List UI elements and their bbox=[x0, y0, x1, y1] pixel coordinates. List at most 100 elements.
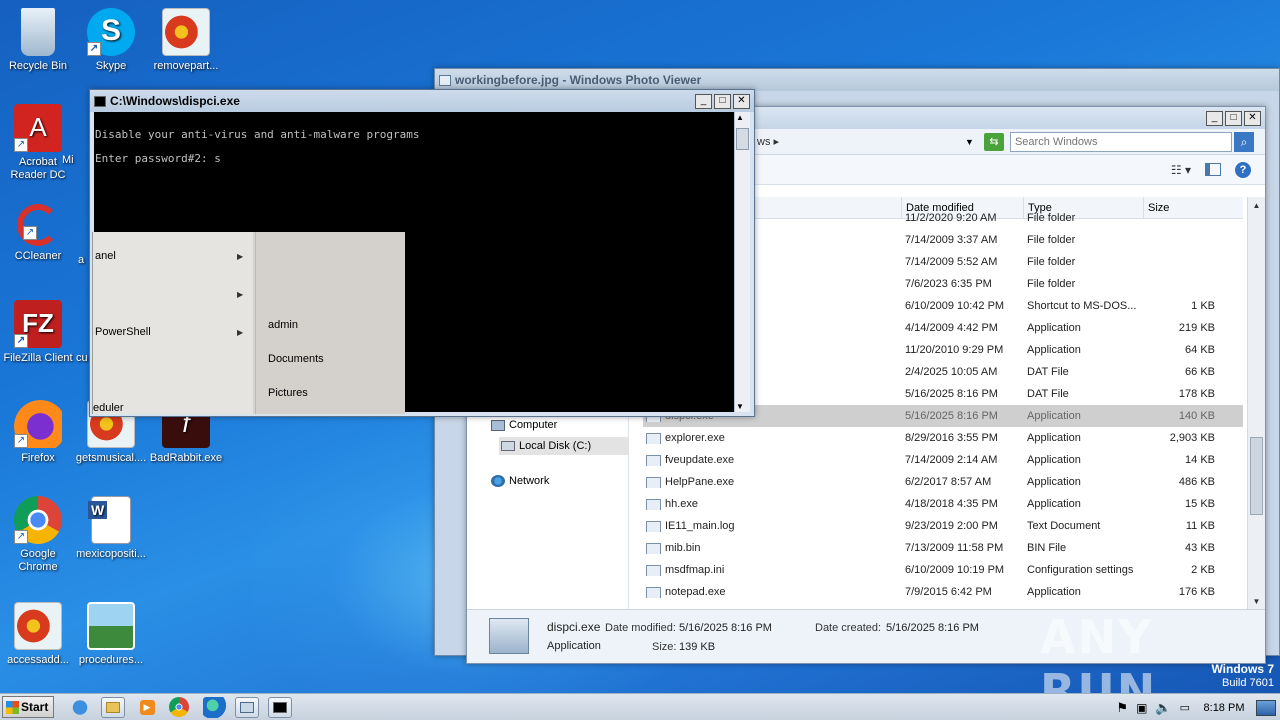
tray-flag-icon[interactable]: ⚑ bbox=[1116, 700, 1128, 716]
file-row[interactable]: explorer.exe 8/29/2016 3:55 PM Application… bbox=[643, 427, 1243, 449]
desktop-icon-removepart[interactable]: removepart... bbox=[148, 8, 224, 73]
drive-icon bbox=[501, 441, 515, 451]
details-date-created-label: Date created: bbox=[815, 622, 882, 634]
help-icon[interactable]: ? bbox=[1235, 161, 1251, 178]
file-size: 14 KB bbox=[1185, 454, 1215, 466]
desktop-icon-firefox[interactable]: ↗ Firefox bbox=[0, 400, 76, 465]
photo-viewer-taskbar-icon[interactable] bbox=[235, 697, 259, 718]
file-date-modified: 4/18/2018 4:35 PM bbox=[905, 498, 998, 510]
desktop-icon-label: CCleaner bbox=[14, 250, 62, 262]
tray-volume-icon[interactable]: 🔈 bbox=[1155, 700, 1171, 716]
start-menu-item-documents[interactable]: Documents bbox=[268, 353, 324, 365]
scroll-down-icon[interactable]: ▼ bbox=[736, 402, 744, 411]
file-name: IE11_main.log bbox=[643, 520, 901, 532]
file-row[interactable]: notepad.exe 7/9/2015 6:42 PM Application 17… bbox=[643, 581, 1243, 603]
media-player-icon[interactable]: ▶ bbox=[135, 697, 159, 718]
file-size: 140 KB bbox=[1178, 410, 1215, 422]
tray-network-icon[interactable]: ▣ bbox=[1136, 701, 1147, 715]
file-date-modified: 6/10/2009 10:19 PM bbox=[905, 564, 1005, 576]
file-row[interactable]: hh.exe 4/18/2018 4:35 PM Application 15 KB bbox=[643, 493, 1243, 515]
photo-viewer-title: workingbefore.jpg - Windows Photo Viewer bbox=[455, 73, 702, 87]
address-bar[interactable]: ws ▸ bbox=[757, 135, 779, 148]
cmd-app-icon bbox=[94, 95, 106, 107]
desktop-icon-filezilla[interactable]: FZ ↗ FileZilla Client bbox=[0, 300, 76, 365]
file-row[interactable]: HelpPane.exe 6/2/2017 8:57 AM Application 4… bbox=[643, 471, 1243, 493]
start-menu-item-powershell[interactable]: PowerShell bbox=[95, 326, 151, 338]
submenu-arrow-icon: ▶ bbox=[237, 328, 244, 337]
tray-action-icon[interactable]: ▭ bbox=[1180, 701, 1190, 714]
search-input[interactable] bbox=[1009, 131, 1232, 152]
scroll-up-icon[interactable]: ▲ bbox=[736, 113, 744, 122]
desktop-icon-chrome[interactable]: ↗ Google Chrome bbox=[0, 496, 76, 574]
file-type: DAT File bbox=[1027, 366, 1069, 378]
address-dropdown-icon[interactable]: ▼ bbox=[965, 137, 974, 147]
nav-item-computer[interactable]: Computer bbox=[491, 419, 557, 431]
file-date-modified: 7/14/2009 5:52 AM bbox=[905, 256, 998, 268]
clock[interactable]: 8:18 PM bbox=[1196, 702, 1252, 714]
close-button[interactable]: ✕ bbox=[1244, 110, 1261, 126]
cmd-scrollbar[interactable]: ▲ ▼ bbox=[734, 112, 750, 412]
file-row[interactable]: fveupdate.exe 7/14/2009 2:14 AM Applicatio… bbox=[643, 449, 1243, 471]
minimize-button[interactable]: _ bbox=[695, 93, 712, 109]
file-row[interactable]: IE11_main.log 9/23/2019 2:00 PM Text Docum… bbox=[643, 515, 1243, 537]
preview-pane-icon[interactable] bbox=[1205, 163, 1221, 176]
desktop-icon-procedures[interactable]: procedures... bbox=[73, 602, 149, 667]
nav-item-network[interactable]: Network bbox=[491, 475, 549, 487]
desktop-icon-accessadd[interactable]: accessadd... bbox=[0, 602, 76, 667]
maximize-button[interactable]: □ bbox=[714, 93, 731, 109]
details-date-modified-label: Date modified: bbox=[605, 622, 676, 634]
edge-icon[interactable] bbox=[203, 697, 227, 718]
photo-viewer-titlebar[interactable]: workingbefore.jpg - Windows Photo Viewer bbox=[435, 69, 1279, 91]
desktop-icon-label: Mi bbox=[62, 154, 74, 166]
view-options-icon[interactable]: ☷ ▾ bbox=[1171, 163, 1191, 177]
file-type-icon bbox=[646, 587, 661, 598]
close-button[interactable]: ✕ bbox=[733, 93, 750, 109]
flower-image-icon bbox=[14, 602, 62, 650]
search-icon[interactable]: ⌕ bbox=[1233, 131, 1254, 152]
start-menu-item-scheduler[interactable]: eduler bbox=[93, 402, 124, 414]
start-menu-item-pictures[interactable]: Pictures bbox=[268, 387, 308, 399]
file-list-scrollbar[interactable]: ▲ ▼ bbox=[1247, 197, 1265, 611]
file-size: 176 KB bbox=[1178, 586, 1215, 598]
desktop-icon-skype[interactable]: S ↗ Skype bbox=[73, 8, 149, 73]
ie-icon[interactable] bbox=[68, 697, 92, 718]
file-size: 486 KB bbox=[1178, 476, 1215, 488]
details-file-name: dispci.exe bbox=[547, 620, 601, 634]
file-name: mib.bin bbox=[643, 542, 901, 554]
photo-viewer-app-icon bbox=[439, 74, 451, 86]
start-button[interactable]: Start bbox=[2, 696, 54, 718]
desktop-icon-acrobat[interactable]: A ↗ Acrobat Reader DC bbox=[0, 104, 76, 182]
desktop-icon-mexicopositi[interactable]: W mexicopositi... bbox=[73, 496, 149, 561]
desktop-icon-recycle-bin[interactable]: Recycle Bin bbox=[0, 8, 76, 73]
file-name: msdfmap.ini bbox=[643, 564, 901, 576]
scroll-up-icon[interactable]: ▲ bbox=[1250, 199, 1263, 213]
start-menu-item-admin[interactable]: admin bbox=[268, 319, 298, 331]
file-date-modified: 5/16/2025 8:16 PM bbox=[905, 388, 998, 400]
scrollbar-thumb[interactable] bbox=[1250, 437, 1263, 515]
file-row[interactable]: msdfmap.ini 6/10/2009 10:19 PM Configurati… bbox=[643, 559, 1243, 581]
chrome-taskbar-icon[interactable] bbox=[169, 697, 189, 717]
filezilla-icon: FZ ↗ bbox=[14, 300, 62, 348]
maximize-button[interactable]: □ bbox=[1225, 110, 1242, 126]
start-menu-fragment: anel ▶ ▶ PowerShell ▶ eduler admin Docum… bbox=[92, 232, 405, 414]
refresh-icon[interactable]: ⇆ bbox=[983, 132, 1004, 151]
scrollbar-thumb[interactable] bbox=[736, 128, 749, 150]
cmd-taskbar-icon[interactable] bbox=[268, 697, 292, 718]
details-date-modified: 5/16/2025 8:16 PM bbox=[679, 622, 772, 634]
desktop-icon-label: Skype bbox=[95, 60, 127, 72]
scroll-down-icon[interactable]: ▼ bbox=[1250, 595, 1263, 609]
explorer-taskbar-icon[interactable] bbox=[101, 697, 125, 718]
start-menu-item-control-panel[interactable]: anel bbox=[95, 250, 116, 262]
file-date-modified: 9/23/2019 2:00 PM bbox=[905, 520, 998, 532]
file-size: 2 KB bbox=[1191, 564, 1215, 576]
cmd-titlebar[interactable]: C:\Windows\dispci.exe _ □ ✕ bbox=[90, 90, 754, 112]
nav-item-local-disk[interactable]: Local Disk (C:) bbox=[499, 437, 629, 455]
ccleaner-icon: ↗ bbox=[17, 204, 59, 246]
os-build: Build 7601 bbox=[1222, 677, 1274, 689]
show-desktop-button[interactable] bbox=[1256, 699, 1276, 716]
file-row[interactable]: mib.bin 7/13/2009 11:58 PM BIN File 43 KB bbox=[643, 537, 1243, 559]
desktop-icon-partial-mi[interactable]: Mi bbox=[62, 154, 92, 167]
desktop-icon-ccleaner[interactable]: ↗ CCleaner bbox=[0, 204, 76, 263]
desktop-icon-label: removepart... bbox=[153, 60, 219, 72]
minimize-button[interactable]: _ bbox=[1206, 110, 1223, 126]
